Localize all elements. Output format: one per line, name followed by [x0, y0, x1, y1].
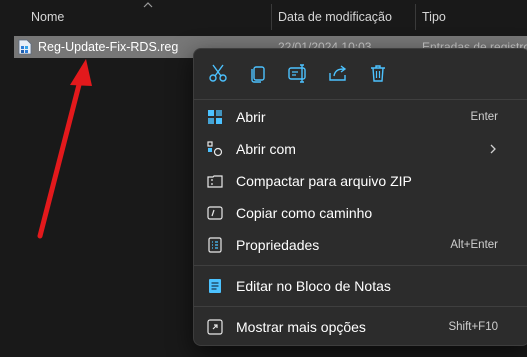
share-icon — [329, 65, 347, 81]
menu-item-properties[interactable]: Propriedades Alt+Enter — [194, 230, 527, 260]
scissors-icon — [209, 64, 227, 82]
shortcut-label: Shift+F10 — [448, 321, 498, 333]
cut-button[interactable] — [206, 61, 230, 85]
menu-item-label: Copiar como caminho — [236, 205, 373, 221]
properties-icon — [208, 237, 222, 253]
copy-icon — [251, 66, 265, 83]
menu-item-show-more-options[interactable]: Mostrar mais opções Shift+F10 — [194, 312, 527, 342]
column-divider[interactable] — [271, 4, 272, 30]
copy-button[interactable] — [246, 61, 270, 85]
rename-button[interactable] — [286, 61, 310, 85]
column-modified[interactable]: Data de modificação — [278, 10, 392, 24]
column-divider[interactable] — [415, 4, 416, 30]
menu-item-label: Editar no Bloco de Notas — [236, 278, 391, 294]
menu-item-label: Abrir com — [236, 141, 296, 157]
column-type[interactable]: Tipo — [422, 10, 446, 24]
context-menu: Abrir Enter Abrir com Compactar para arq… — [193, 48, 527, 346]
menu-item-compress-zip[interactable]: Compactar para arquivo ZIP — [194, 166, 527, 196]
shortcut-label: Alt+Enter — [450, 239, 498, 251]
menu-item-copy-path[interactable]: Copiar como caminho — [194, 198, 527, 228]
menu-item-label: Abrir — [236, 109, 266, 125]
menu-divider — [194, 306, 527, 307]
menu-item-open-with[interactable]: Abrir com — [194, 134, 527, 164]
delete-button[interactable] — [366, 61, 390, 85]
registry-file-icon — [18, 39, 32, 55]
menu-item-label: Mostrar mais opções — [236, 319, 366, 335]
rename-icon — [288, 64, 306, 83]
context-menu-toolbar — [194, 49, 527, 97]
open-with-icon — [207, 141, 223, 157]
menu-item-open[interactable]: Abrir Enter — [194, 102, 527, 132]
chevron-right-icon — [490, 144, 496, 154]
file-name[interactable]: Reg-Update-Fix-RDS.reg — [38, 40, 178, 54]
trash-icon — [371, 65, 385, 82]
menu-divider — [194, 99, 527, 100]
open-app-icon — [208, 110, 222, 124]
menu-item-label: Compactar para arquivo ZIP — [236, 173, 412, 189]
sort-ascending-icon[interactable] — [141, 0, 155, 10]
notepad-icon — [209, 279, 221, 293]
menu-item-edit-notepad[interactable]: Editar no Bloco de Notas — [194, 271, 527, 301]
column-name[interactable]: Nome — [31, 10, 64, 24]
share-button[interactable] — [326, 61, 350, 85]
column-header: Nome Data de modificação Tipo — [0, 0, 527, 34]
shortcut-label: Enter — [470, 111, 499, 123]
copy-path-icon — [207, 206, 223, 220]
menu-divider — [194, 265, 527, 266]
menu-item-label: Propriedades — [236, 237, 320, 253]
more-options-icon — [207, 319, 223, 335]
zip-folder-icon — [207, 175, 223, 188]
